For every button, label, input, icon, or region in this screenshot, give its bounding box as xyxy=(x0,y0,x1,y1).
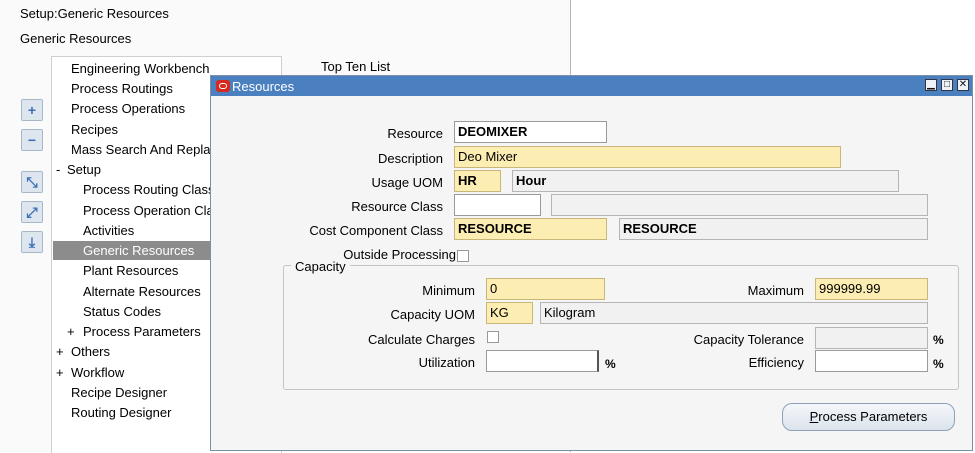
resource-label: Resource xyxy=(387,126,443,141)
tree-item-process-parameters[interactable]: Process Parameters xyxy=(83,324,201,339)
tree-item-process-routings[interactable]: Process Routings xyxy=(71,81,173,96)
description-label: Description xyxy=(377,151,443,166)
calculate-charges-checkbox[interactable] xyxy=(487,331,499,343)
tree-item-recipes[interactable]: Recipes xyxy=(71,122,118,137)
section-title: Generic Resources xyxy=(20,31,132,46)
collapse-button[interactable]: − xyxy=(21,129,43,151)
expand-all-button[interactable]: ⤢ xyxy=(21,201,43,223)
efficiency-percent: % xyxy=(933,357,944,371)
tree-item-plant-resources[interactable]: Plant Resources xyxy=(83,263,178,278)
tree-item-engineering-workbench[interactable]: Engineering Workbench xyxy=(71,61,210,76)
tree-item-activities[interactable]: Activities xyxy=(83,223,134,238)
capacity-group-title: Capacity xyxy=(291,259,350,274)
tree-toggle-process-parameters[interactable]: + xyxy=(67,324,75,339)
tree-item-workflow[interactable]: Workflow xyxy=(71,365,124,380)
utilization-field[interactable] xyxy=(486,350,599,372)
utilization-label: Utilization xyxy=(418,355,475,370)
tree-item-generic-resources[interactable]: Generic Resources xyxy=(83,243,195,258)
description-field[interactable]: Deo Mixer xyxy=(454,146,841,168)
tolerance-percent: % xyxy=(933,333,944,347)
outside-processing-checkbox[interactable] xyxy=(457,250,469,262)
usage-uom-label: Usage UOM xyxy=(371,175,443,190)
capacity-tolerance-field[interactable] xyxy=(815,327,928,349)
tree-toggle-others[interactable]: + xyxy=(56,344,64,359)
tree-item-process-routing-classes[interactable]: Process Routing Classes xyxy=(83,182,228,197)
expand-button[interactable]: + xyxy=(21,99,43,121)
tree-item-recipe-designer[interactable]: Recipe Designer xyxy=(71,385,167,400)
efficiency-label: Efficiency xyxy=(748,355,804,370)
tree-item-mass-search[interactable]: Mass Search And Replace xyxy=(71,142,224,157)
collapse-all-button[interactable]: ⤓ xyxy=(21,231,43,253)
outside-processing-label: Outside Processing xyxy=(343,247,456,262)
utilization-percent: % xyxy=(605,357,616,371)
tree-toggle-workflow[interactable]: + xyxy=(56,365,64,380)
tree-item-setup[interactable]: Setup xyxy=(67,162,101,177)
tree-item-routing-designer[interactable]: Routing Designer xyxy=(71,405,171,420)
usage-uom-name-field: Hour xyxy=(512,170,899,192)
calculate-charges-label: Calculate Charges xyxy=(368,332,475,347)
tree-toggle-setup[interactable]: - xyxy=(56,162,60,177)
cost-component-code-field[interactable]: RESOURCE xyxy=(454,218,607,240)
resource-class-desc-field xyxy=(551,194,928,216)
capacity-uom-name-field: Kilogram xyxy=(540,302,928,324)
capacity-uom-code-field[interactable]: KG xyxy=(486,302,533,324)
maximize-icon[interactable]: □ xyxy=(941,79,953,91)
window-titlebar[interactable]: Resources ▁ □ ✕ xyxy=(211,76,972,96)
minimum-label: Minimum xyxy=(422,283,475,298)
close-icon[interactable]: ✕ xyxy=(957,79,969,91)
capacity-uom-label: Capacity UOM xyxy=(390,307,475,322)
resource-field[interactable]: DEOMIXER xyxy=(454,121,607,143)
tree-item-others[interactable]: Others xyxy=(71,344,110,359)
cost-component-label: Cost Component Class xyxy=(309,223,443,238)
oracle-logo-icon xyxy=(216,80,230,92)
window-title: Resources xyxy=(232,79,295,94)
minimize-icon[interactable]: ▁ xyxy=(925,79,937,91)
resource-class-field[interactable] xyxy=(454,194,541,216)
top-ten-list-link[interactable]: Top Ten List xyxy=(321,59,390,74)
minimum-field[interactable]: 0 xyxy=(486,278,605,300)
efficiency-field[interactable] xyxy=(815,350,928,372)
tree-item-alternate-resources[interactable]: Alternate Resources xyxy=(83,284,201,299)
process-parameters-button[interactable]: Process Parameters xyxy=(782,403,955,431)
resources-window: Resources ▁ □ ✕ Resource DEOMIXER Descri… xyxy=(210,75,973,451)
capacity-tolerance-label: Capacity Tolerance xyxy=(693,332,804,347)
maximum-label: Maximum xyxy=(747,283,804,298)
breadcrumb: Setup:Generic Resources xyxy=(20,6,169,21)
cost-component-desc-field: RESOURCE xyxy=(619,218,928,240)
tree-item-process-operations[interactable]: Process Operations xyxy=(71,101,185,116)
resource-class-label: Resource Class xyxy=(351,199,443,214)
tree-item-status-codes[interactable]: Status Codes xyxy=(83,304,161,319)
maximum-field[interactable]: 999999.99 xyxy=(815,278,928,300)
expand-branch-button[interactable]: ⤡ xyxy=(21,171,43,193)
usage-uom-code-field[interactable]: HR xyxy=(454,170,501,192)
